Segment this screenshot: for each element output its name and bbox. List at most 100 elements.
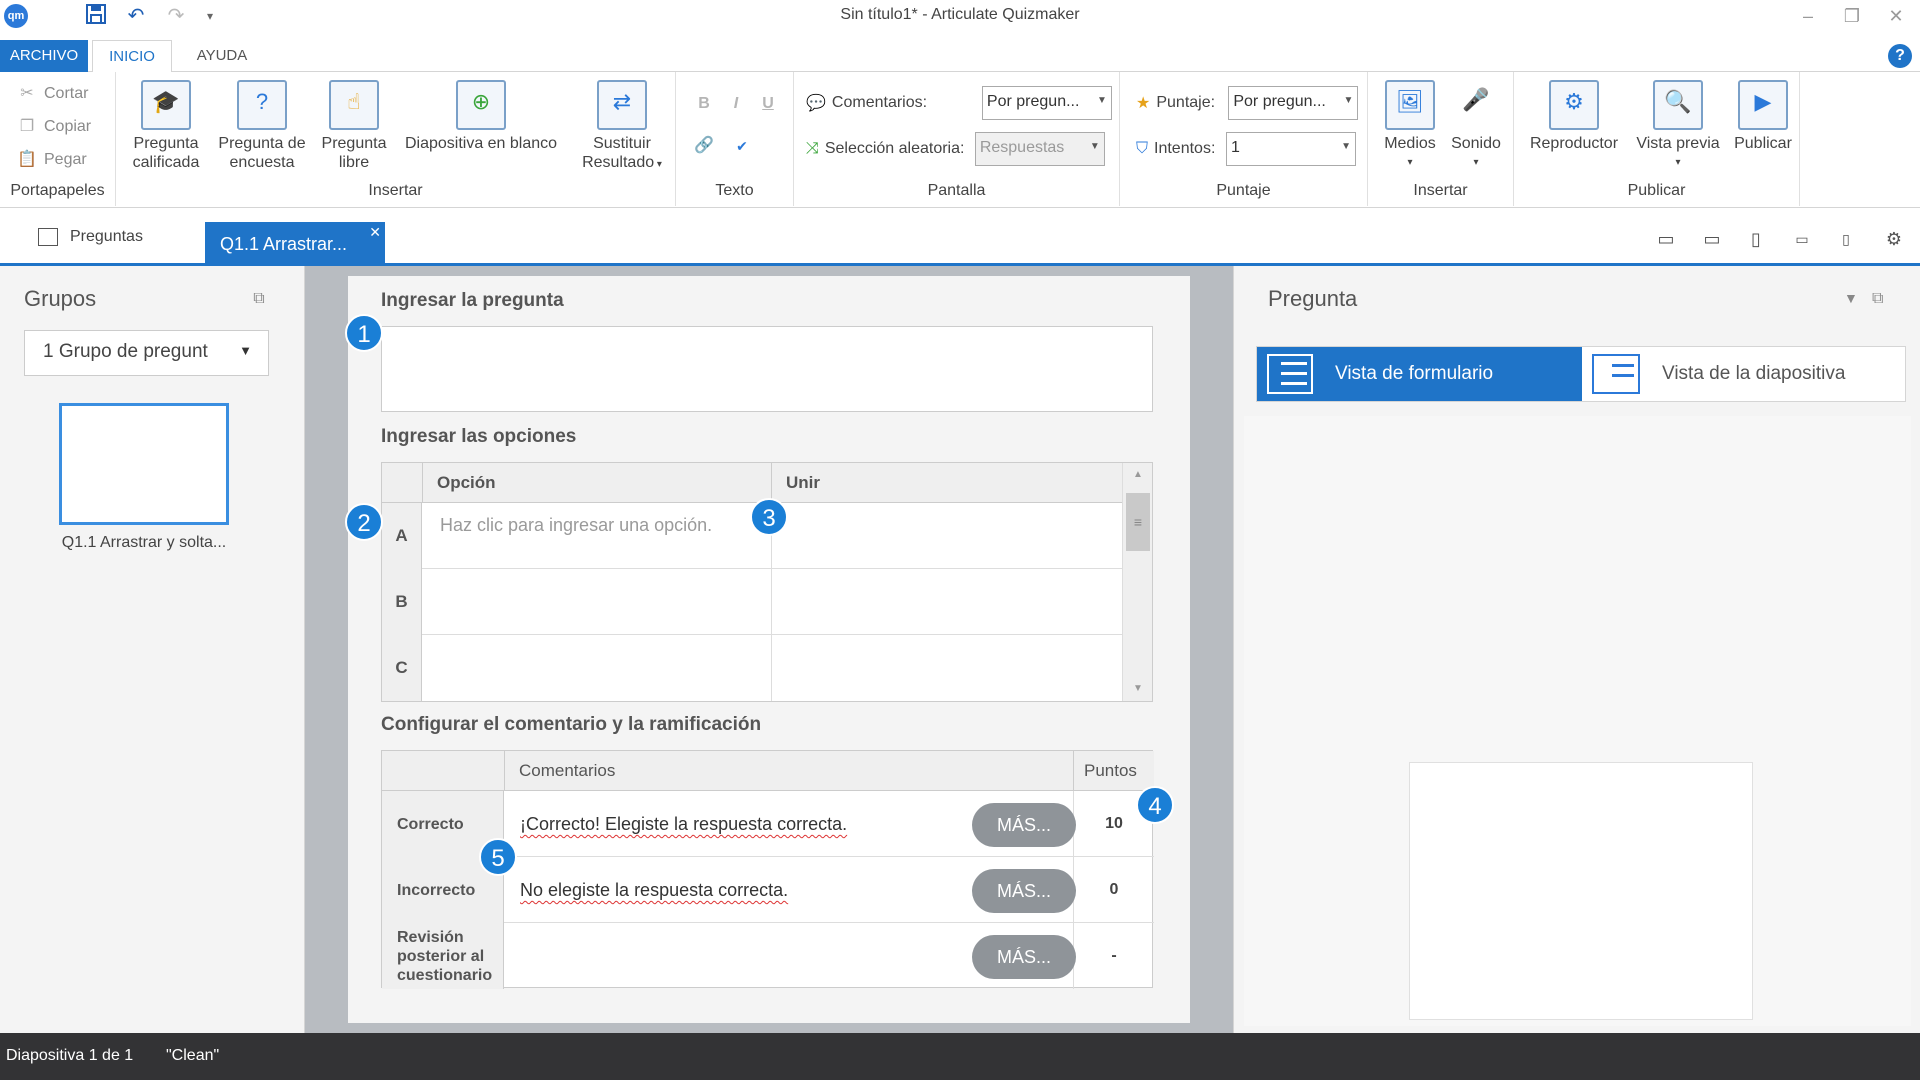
points-input[interactable]: 0 <box>1074 857 1154 923</box>
chevron-down-icon: ▾ <box>1473 157 1479 168</box>
shuffle-select[interactable]: Respuestas ▼ <box>974 132 1105 166</box>
groups-panel-title: Grupos <box>24 286 97 311</box>
sound-button[interactable]: 🎤 Sonido ▾ <box>1444 80 1508 172</box>
theme-status: "Clean" <box>166 1047 220 1064</box>
tab-inicio[interactable]: INICIO <box>92 40 172 73</box>
free-question-button[interactable]: ☝ Pregunta libre <box>316 80 392 172</box>
minimize-icon[interactable]: – <box>1788 2 1828 30</box>
publish-icon: ▶ <box>1738 80 1788 130</box>
scroll-down-icon[interactable]: ▼ <box>1123 677 1153 701</box>
preview-button[interactable]: 🔍 Vista previa ▾ <box>1630 80 1726 172</box>
panel-pin-icon[interactable]: ⧉ <box>1872 290 1883 308</box>
restore-icon[interactable]: ❐ <box>1832 2 1872 30</box>
scroll-up-icon[interactable]: ▲ <box>1123 463 1153 487</box>
more-button[interactable]: MÁS... <box>972 935 1076 979</box>
callout-badge-3: 3 <box>750 498 788 536</box>
more-button[interactable]: MÁS... <box>972 869 1076 913</box>
graded-question-button[interactable]: 🎓 Pregunta calificada <box>128 80 204 172</box>
bold-button[interactable]: B <box>692 92 716 116</box>
slide-view-button[interactable]: Vista de la diapositiva <box>1582 347 1905 401</box>
table-row: C <box>382 635 1122 701</box>
survey-question-button[interactable]: ? Pregunta de encuesta <box>210 80 314 172</box>
option-input[interactable]: Haz clic para ingresar una opción. <box>422 503 772 569</box>
player-button[interactable]: ⚙ Reproductor <box>1524 80 1624 153</box>
option-letter: B <box>382 569 422 635</box>
scrollbar-thumb[interactable]: ≡ <box>1126 493 1150 551</box>
points-column-header: Puntos <box>1084 761 1137 780</box>
option-letter: C <box>382 635 422 701</box>
laptop-view-icon[interactable]: ▭ <box>1650 226 1682 252</box>
blank-slide-button[interactable]: ⊕ Diapositiva en blanco <box>396 80 566 153</box>
group-select[interactable]: 1 Grupo de pregunt ▼ <box>24 330 269 376</box>
panel-menu-chevron-icon[interactable]: ▼ <box>1844 290 1858 306</box>
phone-landscape-icon[interactable]: ▭ <box>1786 226 1818 252</box>
cut-button[interactable]: ✂ Cortar <box>16 80 88 108</box>
slide-thumbnail[interactable] <box>59 403 229 525</box>
tab-ayuda[interactable]: AYUDA <box>182 40 262 72</box>
ribbon: ✂ Cortar ❐ Copiar 📋 Pegar Portapapeles 🎓 Pr… <box>0 72 1920 208</box>
feedback-row: 💬 Comentarios: Por pregun... ▼ <box>806 86 1112 120</box>
tab-questions[interactable]: Preguntas <box>38 224 143 250</box>
editor-area: Ingresar la pregunta 1 Ingresar las opci… <box>305 266 1233 1033</box>
scoring-group-label: Puntaje <box>1216 182 1271 199</box>
options-section-title: Ingresar las opciones <box>381 426 577 447</box>
chevron-down-icon: ▾ <box>1407 157 1413 168</box>
chevron-down-icon: ▼ <box>1089 141 1100 152</box>
italic-button[interactable]: I <box>724 92 748 116</box>
phone-portrait-icon[interactable]: ▯ <box>1830 226 1862 252</box>
feedback-column-header: Comentarios <box>504 751 1074 791</box>
panel-pin-icon[interactable]: ⧉ <box>248 290 270 308</box>
shuffle-icon: ⤨ <box>806 140 819 157</box>
player-settings-icon: ⚙ <box>1549 80 1599 130</box>
callout-badge-2: 2 <box>345 503 383 541</box>
option-input[interactable] <box>422 569 772 635</box>
slide-count-status: Diapositiva 1 de 1 <box>6 1047 134 1064</box>
tablet-landscape-icon[interactable]: ▭ <box>1696 226 1728 252</box>
chevron-down-icon: ▼ <box>1097 95 1107 106</box>
chevron-down-icon: ▾ <box>1675 157 1681 168</box>
match-input[interactable] <box>772 569 1122 635</box>
feedback-icon: 💬 <box>806 95 826 112</box>
tab-archivo[interactable]: ARCHIVO <box>0 40 88 72</box>
underline-button[interactable]: U <box>756 92 780 116</box>
more-button[interactable]: MÁS... <box>972 803 1076 847</box>
question-section-title: Ingresar la pregunta <box>381 290 564 311</box>
status-bar: Diapositiva 1 de 1 "Clean" <box>0 1033 1920 1080</box>
attempts-select[interactable]: 1 ▼ <box>1226 132 1357 166</box>
media-button[interactable]: 🖼 Medios ▾ <box>1378 80 1442 172</box>
callout-badge-4: 4 <box>1136 786 1174 824</box>
microphone-icon: 🎤 <box>1462 87 1490 112</box>
document-tabs: Preguntas Q1.1 Arrastrar... ✕ ▭ ▭ ▯ ▭ ▯ … <box>0 208 1920 266</box>
clipboard-group: ✂ Cortar ❐ Copiar 📋 Pegar Portapapeles <box>0 72 116 206</box>
question-input[interactable] <box>381 326 1153 412</box>
tablet-portrait-icon[interactable]: ▯ <box>1740 226 1772 252</box>
spellcheck-icon[interactable]: ✔ <box>730 134 754 158</box>
publish-button[interactable]: ▶ Publicar <box>1728 80 1798 153</box>
match-input[interactable] <box>772 635 1122 701</box>
feedback-select[interactable]: Por pregun... ▼ <box>981 86 1112 120</box>
points-select[interactable]: Por pregun... ▼ <box>1228 86 1359 120</box>
options-scrollbar[interactable]: ▲ ≡ ▼ <box>1122 463 1152 701</box>
close-tab-icon[interactable]: ✕ <box>369 210 381 254</box>
link-icon[interactable]: 🔗 <box>692 134 716 158</box>
options-table-header: Opción Unir <box>382 463 1122 503</box>
paste-button[interactable]: 📋 Pegar <box>16 146 87 174</box>
tab-question-q1-1[interactable]: Q1.1 Arrastrar... ✕ <box>205 222 385 266</box>
help-icon[interactable]: ? <box>1888 44 1912 68</box>
media-group: 🖼 Medios ▾ 🎤 Sonido ▾ Insertar <box>1368 72 1514 206</box>
chevron-down-icon: ▼ <box>1341 141 1352 152</box>
settings-gear-icon[interactable]: ⚙ <box>1878 226 1910 252</box>
question-panel-title: Pregunta <box>1268 286 1358 311</box>
points-input[interactable]: - <box>1074 923 1154 989</box>
copy-button[interactable]: ❐ Copiar <box>16 113 91 141</box>
match-input[interactable] <box>772 503 1122 569</box>
scoring-group: ★ Puntaje: Por pregun... ▼ ⛉ Intentos: 1 ▼… <box>1120 72 1368 206</box>
form-view-button[interactable]: Vista de formulario <box>1257 347 1582 401</box>
option-input[interactable] <box>422 635 772 701</box>
chevron-down-icon: ▾ <box>654 159 662 170</box>
close-window-icon[interactable]: ✕ <box>1876 2 1916 30</box>
table-row: Revisión posterior al cuestionario MÁS..… <box>382 923 1154 989</box>
shield-question-icon: ⛉ <box>1136 140 1149 157</box>
match-column-header: Unir <box>786 473 820 492</box>
replace-result-button[interactable]: ⇄ Sustituir Resultado ▾ <box>572 80 672 174</box>
